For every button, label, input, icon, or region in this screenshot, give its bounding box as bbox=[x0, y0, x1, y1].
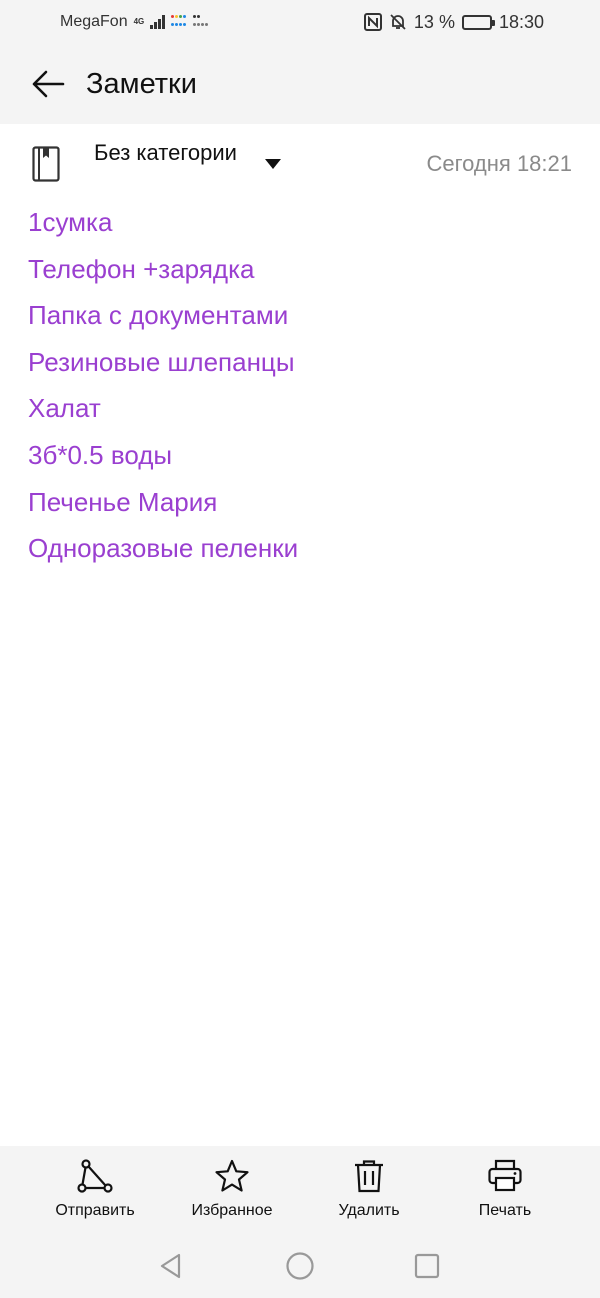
network-type: 4G bbox=[133, 17, 145, 26]
system-nav-bar bbox=[0, 1234, 600, 1298]
bottom-toolbar: Отправить Избранное Удалить Печать bbox=[0, 1146, 600, 1234]
printer-icon bbox=[488, 1159, 522, 1192]
nfc-icon bbox=[363, 13, 382, 31]
note-line: Печенье Мария bbox=[28, 486, 218, 517]
favorite-label: Избранное bbox=[191, 1202, 273, 1219]
circle-home-icon bbox=[286, 1252, 314, 1280]
delete-label: Удалить bbox=[338, 1202, 400, 1219]
print-button[interactable]: Печать bbox=[450, 1146, 560, 1234]
page-title: Заметки bbox=[86, 67, 197, 100]
signal-icon bbox=[150, 15, 166, 29]
nav-home-button[interactable] bbox=[284, 1250, 316, 1282]
note-line: Халат bbox=[28, 393, 101, 424]
clock: 18:30 bbox=[498, 11, 544, 32]
category-selector[interactable]: Без категории bbox=[94, 138, 244, 167]
note-line: Резиновые шлепанцы bbox=[28, 346, 295, 377]
square-recents-icon bbox=[414, 1253, 440, 1279]
app-notification-icon-2 bbox=[193, 15, 209, 29]
note-line: Папка с документами bbox=[28, 300, 289, 331]
share-label: Отправить bbox=[55, 1202, 135, 1219]
note-header: Без категории Сегодня 18:21 bbox=[0, 124, 600, 204]
triangle-back-icon bbox=[160, 1253, 181, 1279]
favorite-button[interactable]: Избранное bbox=[177, 1146, 287, 1234]
print-label: Печать bbox=[478, 1202, 532, 1219]
note-line: 3б*0.5 воды bbox=[28, 439, 173, 470]
note-line: 1сумка bbox=[28, 207, 113, 237]
share-button[interactable]: Отправить bbox=[40, 1146, 150, 1234]
battery-icon bbox=[461, 14, 495, 30]
battery-percent: 13 % bbox=[413, 11, 455, 32]
star-icon bbox=[215, 1159, 249, 1192]
back-button[interactable] bbox=[28, 64, 68, 104]
note-line: Одноразовые пеленки bbox=[28, 533, 299, 564]
notes-app: MegaFon 4G 13 % 18:30 Заметки Без катего… bbox=[0, 0, 600, 1298]
dropdown-arrow-icon[interactable] bbox=[264, 158, 282, 170]
share-icon bbox=[77, 1159, 113, 1193]
note-content[interactable]: 1сумка Телефон +зарядка Папка с документам… bbox=[28, 199, 572, 572]
notebook-icon bbox=[32, 146, 60, 182]
nav-back-button[interactable] bbox=[155, 1250, 187, 1282]
note-date: Сегодня 18:21 bbox=[426, 151, 572, 176]
nav-recents-button[interactable] bbox=[411, 1250, 443, 1282]
carrier-name: MegaFon bbox=[60, 13, 128, 30]
delete-button[interactable]: Удалить bbox=[314, 1146, 424, 1234]
trash-icon bbox=[355, 1160, 383, 1193]
arrow-left-icon bbox=[32, 70, 65, 98]
app-bar: Заметки bbox=[0, 44, 600, 124]
bell-muted-icon bbox=[390, 14, 406, 30]
status-bar: MegaFon 4G 13 % 18:30 bbox=[0, 0, 600, 44]
note-line: Телефон +зарядка bbox=[28, 253, 255, 284]
app-notification-icon bbox=[171, 15, 187, 29]
